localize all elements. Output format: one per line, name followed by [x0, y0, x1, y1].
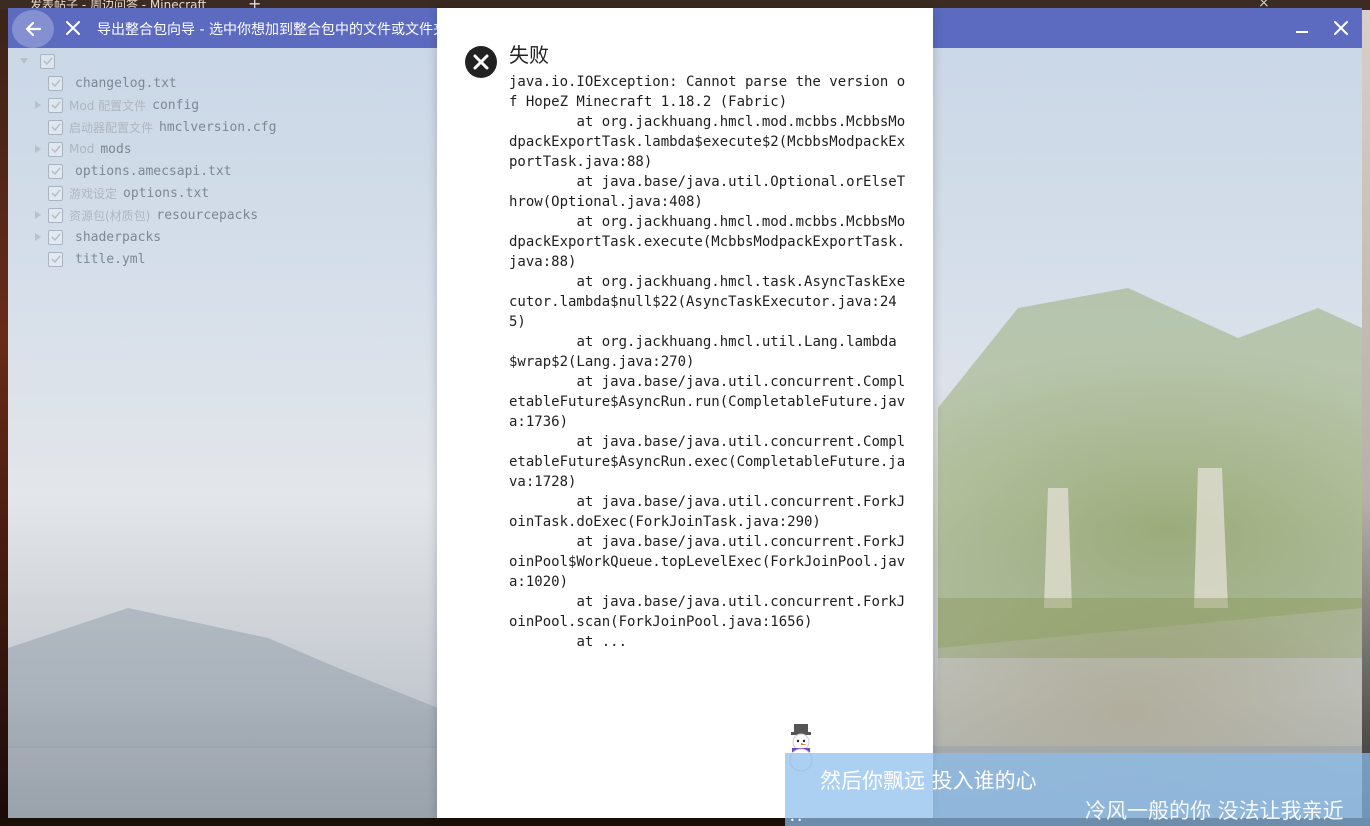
- checkbox[interactable]: [40, 53, 55, 69]
- arrow-left-icon: [25, 21, 42, 37]
- window-close-button[interactable]: [1330, 17, 1352, 39]
- file-name: config: [152, 97, 200, 113]
- checkmark-icon: [50, 167, 61, 176]
- expand-arrow-icon[interactable]: [32, 99, 44, 111]
- checkbox[interactable]: [48, 163, 63, 179]
- checkbox[interactable]: [48, 229, 63, 245]
- file-name: options.amecsapi.txt: [75, 163, 232, 179]
- file-name: changelog.txt: [75, 75, 177, 91]
- error-message: java.io.IOException: Cannot parse the ve…: [509, 74, 906, 650]
- checkbox[interactable]: [48, 75, 63, 91]
- file-name: title.yml: [75, 251, 146, 267]
- tree-row[interactable]: 启动器配置文件 hmclversion.cfg: [48, 116, 276, 138]
- close-icon: [1334, 21, 1348, 35]
- background-desktop-left: [0, 10, 8, 826]
- checkbox[interactable]: [48, 251, 63, 267]
- file-tag: 资源包(材质包): [69, 208, 151, 223]
- tree-row[interactable]: options.amecsapi.txt: [48, 160, 232, 182]
- window-title: 导出整合包向导 - 选中你想加到整合包中的文件或文件夹: [97, 22, 447, 38]
- dialog-title: 失败: [509, 43, 549, 67]
- expand-arrow-icon[interactable]: [32, 143, 44, 155]
- expand-arrow-icon[interactable]: [18, 55, 30, 67]
- checkbox[interactable]: [48, 207, 63, 223]
- close-icon: [66, 21, 80, 35]
- checkbox[interactable]: [48, 119, 63, 135]
- background-desktop-right: [1362, 10, 1370, 826]
- tree-row[interactable]: changelog.txt: [48, 72, 177, 94]
- lyric-line-next: 冷风一般的你 没法让我亲近: [1085, 799, 1344, 823]
- checkmark-icon: [50, 145, 61, 154]
- lyric-dots: • •: [790, 816, 802, 825]
- lyric-overlay: 然后你飘远 投入谁的心 冷风一般的你 没法让我亲近 • •: [785, 753, 1370, 826]
- checkmark-icon: [42, 57, 53, 66]
- file-tag: 启动器配置文件: [69, 120, 154, 135]
- tree-root-row[interactable]: [18, 50, 67, 72]
- checkmark-icon: [50, 189, 61, 198]
- error-dialog: 失败 java.io.IOException: Cannot parse the…: [437, 8, 933, 818]
- file-name: mods: [100, 141, 132, 157]
- checkmark-icon: [50, 211, 61, 220]
- checkmark-icon: [50, 255, 61, 264]
- back-button[interactable]: [12, 10, 54, 48]
- lyric-line-current: 然后你飘远 投入谁的心: [820, 769, 1037, 793]
- file-name: shaderpacks: [75, 229, 162, 245]
- checkbox[interactable]: [48, 141, 63, 157]
- file-name: hmclversion.cfg: [159, 119, 277, 135]
- tree-row[interactable]: shaderpacks: [32, 226, 161, 248]
- file-tag: 游戏设定: [69, 186, 118, 201]
- checkmark-icon: [50, 123, 61, 132]
- expand-arrow-icon[interactable]: [32, 231, 44, 243]
- file-name: resourcepacks: [156, 207, 259, 223]
- error-circle-icon: [465, 46, 497, 78]
- file-name: options.txt: [123, 185, 210, 201]
- checkbox[interactable]: [48, 97, 63, 113]
- checkmark-icon: [50, 233, 61, 242]
- file-tag: Mod 配置文件: [69, 98, 147, 113]
- checkmark-icon: [50, 101, 61, 110]
- minimize-button[interactable]: [1292, 18, 1312, 38]
- file-tag: Mod: [69, 142, 95, 156]
- tree-row[interactable]: title.yml: [48, 248, 145, 270]
- tree-row[interactable]: 游戏设定 options.txt: [48, 182, 209, 204]
- tree-row[interactable]: Mod mods: [32, 138, 132, 160]
- checkmark-icon: [50, 79, 61, 88]
- close-page-button[interactable]: [60, 14, 86, 42]
- expand-arrow-icon[interactable]: [32, 209, 44, 221]
- checkbox[interactable]: [48, 185, 63, 201]
- tree-row[interactable]: Mod 配置文件 config: [32, 94, 199, 116]
- minimize-icon: [1296, 31, 1308, 33]
- tree-row[interactable]: 资源包(材质包) resourcepacks: [32, 204, 258, 226]
